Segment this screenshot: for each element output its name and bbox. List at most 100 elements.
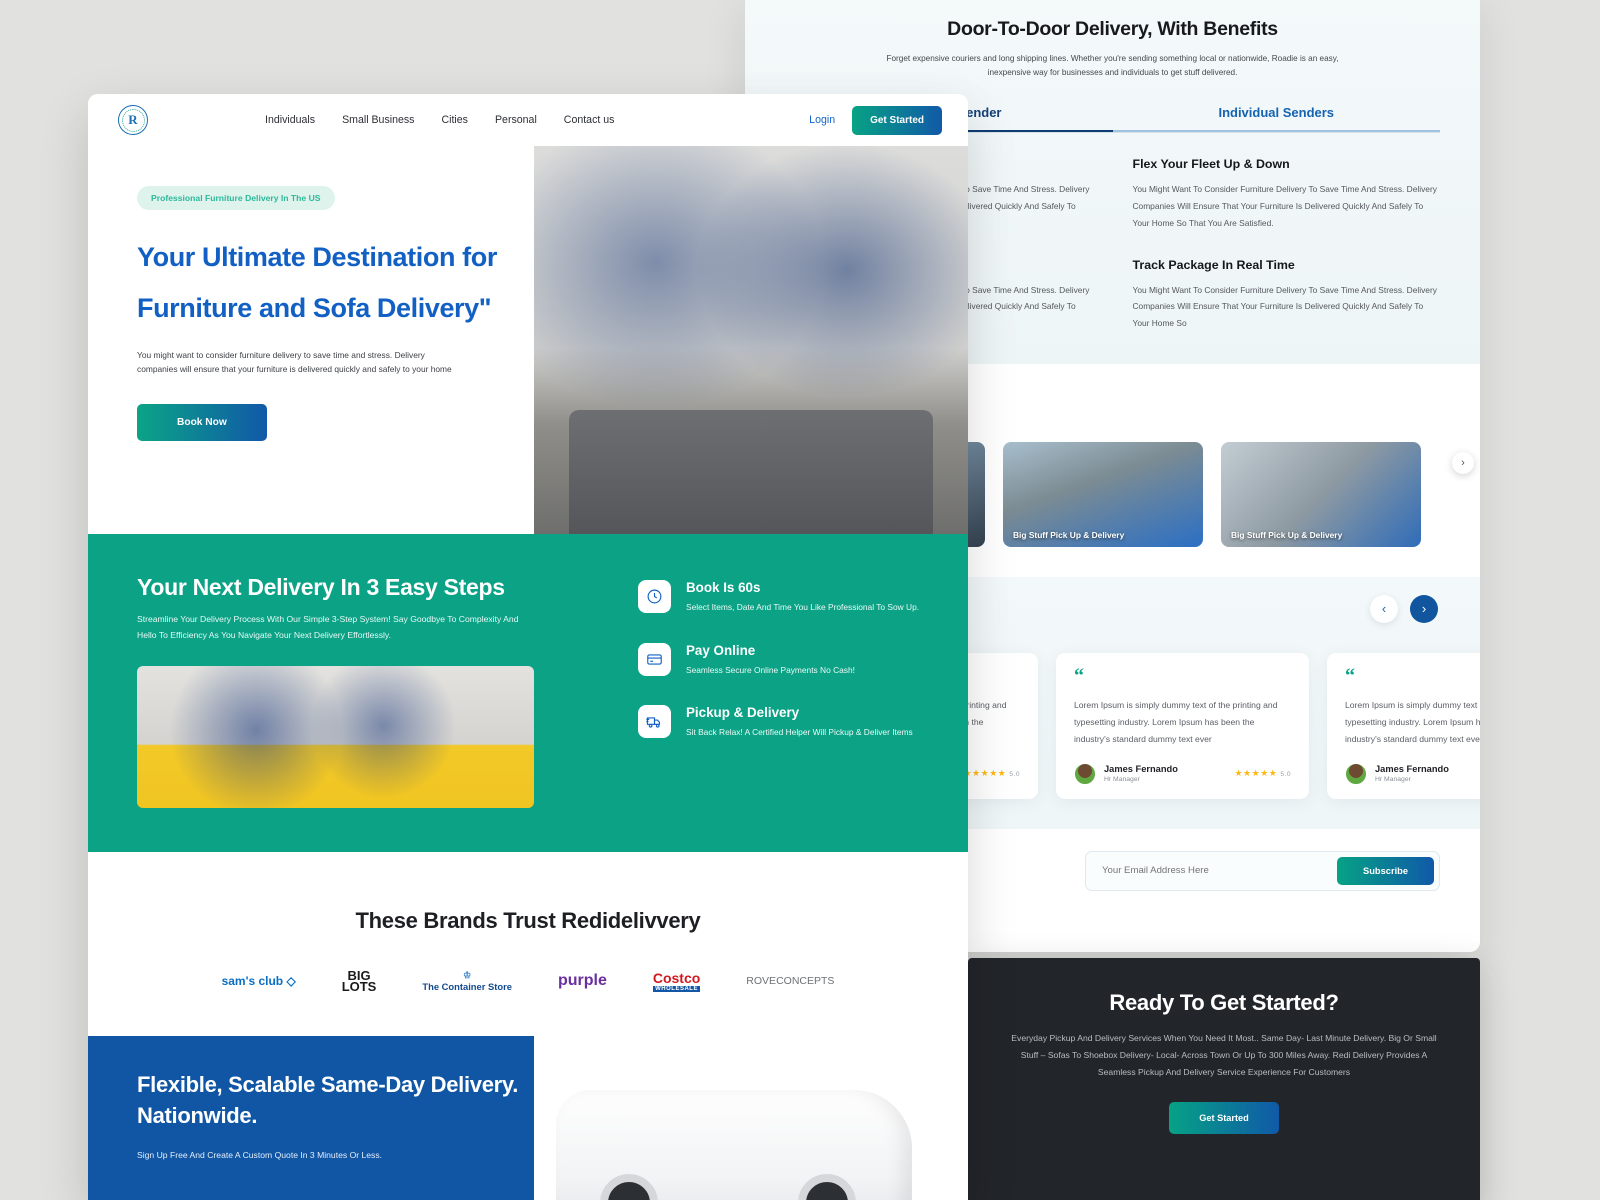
steps-intro: Your Next Delivery In 3 Easy Steps Strea… [137, 574, 584, 808]
brand-label: purple [557, 971, 607, 989]
tab-individual-senders[interactable]: Individual Senders [1112, 105, 1440, 133]
get-started-button[interactable]: Get Started [852, 105, 942, 135]
brand-label-secondary: WHOLESALE [652, 985, 701, 992]
nav-links: Individuals Small Business Cities Person… [265, 114, 614, 126]
testimonial-footer: James Fernando Hr Manager ★★★★★5.0 [1074, 762, 1291, 785]
benefits-column-right: Flex Your Fleet Up & Down You Might Want… [1133, 157, 1441, 332]
chevron-left-icon[interactable]: ‹ [1370, 594, 1398, 623]
email-input[interactable] [1102, 865, 1338, 876]
steps-heading: Your Next Delivery In 3 Easy Steps [137, 574, 505, 600]
quote-icon: “ [1345, 664, 1355, 687]
hero-heading: Your Ultimate Destination for Furniture … [137, 242, 497, 323]
site-navbar: R Individuals Small Business Cities Pers… [88, 94, 968, 146]
brand-logo-big-lots: BIG LOTS [342, 969, 377, 993]
send-card-caption: Big Stuff Pick Up & Delivery [1231, 529, 1343, 540]
step-item: Book Is 60s Select Items, Date And Time … [638, 580, 919, 615]
rating-stars: ★★★★★ 5.0 [1234, 768, 1291, 779]
nav-item-small-business[interactable]: Small Business [342, 114, 414, 126]
brand-label: sam's club [221, 973, 284, 988]
login-link[interactable]: Login [809, 114, 835, 126]
step-title: Book Is 60s [686, 580, 761, 595]
brands-section: These Brands Trust Redidelivvery sam's c… [88, 851, 968, 1037]
flexible-image [534, 1036, 968, 1200]
get-started-cta-section: Ready To Get Started? Everyday Pickup An… [968, 958, 1480, 1200]
testimonial-text: Lorem Ipsum is simply dummy text of the … [1345, 699, 1480, 745]
step-desc: Seamless Secure Online Payments No Cash! [686, 664, 855, 675]
step-desc: Select Items, Date And Time You Like Pro… [686, 602, 920, 612]
stars-glyphs: ★★★★★ [963, 768, 1007, 778]
testimonial-footer: James Fernando Hr Manager ★★★★★5.0 [1345, 762, 1480, 785]
brand-label: Costco [652, 969, 701, 986]
testimonial-name: James Fernando [1375, 764, 1449, 774]
nav-item-cities[interactable]: Cities [441, 114, 468, 126]
send-card[interactable]: Big Stuff Pick Up & Delivery [1221, 441, 1421, 547]
cta-paragraph: Everyday Pickup And Delivery Services Wh… [1011, 1033, 1437, 1078]
step-item: Pay Online Seamless Secure Online Paymen… [638, 642, 919, 678]
rating-score: 5.0 [1280, 771, 1291, 778]
hero-image [534, 146, 968, 534]
steps-image [137, 665, 534, 808]
delivery-truck-icon [638, 705, 671, 739]
rating-score: 5.0 [1009, 771, 1020, 778]
benefit-body: You Might Want To Consider Furniture Del… [1132, 284, 1437, 329]
hero-paragraph: You might want to consider furniture del… [137, 349, 452, 375]
brand-logo-costco: Costco WHOLESALE [652, 969, 701, 992]
flexible-content: Flexible, Scalable Same-Day Delivery. Na… [88, 1036, 534, 1200]
avatar [1074, 762, 1096, 785]
brand-logo-container-store: ♔ The Container Store [422, 970, 512, 992]
logo-letter: R [128, 112, 138, 127]
step-desc: Sit Back Relax! A Certified Helper Will … [686, 727, 913, 738]
credit-card-icon [638, 642, 671, 676]
testimonial-role: Hr Manager [1375, 776, 1411, 783]
brand-label: The Container Store [422, 980, 512, 992]
hero-section: Professional Furniture Delivery In The U… [88, 146, 968, 534]
step-title: Pay Online [686, 642, 756, 658]
quote-icon: “ [1074, 664, 1084, 687]
flexible-delivery-section: Flexible, Scalable Same-Day Delivery. Na… [88, 1036, 968, 1200]
testimonial-text: Lorem Ipsum is simply dummy text of the … [1074, 699, 1278, 745]
nav-item-personal[interactable]: Personal [495, 114, 537, 126]
rating-stars: ★★★★★ 5.0 [963, 768, 1020, 779]
benefit-body: You Might Want To Consider Furniture Del… [1132, 184, 1437, 228]
brands-heading: These Brands Trust Redidelivvery [355, 907, 701, 933]
testimonials-nav: ‹ › [1370, 594, 1438, 623]
nav-actions: Login Get Started [809, 105, 942, 135]
benefits-subtitle: Forget expensive couriers and long shipp… [886, 54, 1339, 77]
brand-label-secondary: CONCEPTS [776, 974, 835, 987]
brand-logo-icon[interactable]: R [118, 105, 148, 135]
primary-page-panel: R Individuals Small Business Cities Pers… [88, 94, 968, 1200]
crown-icon: ♔ [463, 969, 472, 980]
brand-logos: sam's club ◇ BIG LOTS ♔ The Container St… [88, 969, 968, 993]
mockup-canvas: Door-To-Door Delivery, With Benefits For… [0, 0, 1600, 1200]
brand-logo-purple: purple [558, 972, 607, 990]
send-card[interactable]: Big Stuff Pick Up & Delivery [1003, 441, 1203, 547]
hero-content: Professional Furniture Delivery In The U… [88, 146, 534, 534]
avatar [1345, 762, 1367, 785]
book-now-button[interactable]: Book Now [137, 403, 267, 441]
cta-title: Ready To Get Started? [1109, 990, 1339, 1015]
testimonial-card: “ Lorem Ipsum is simply dummy text of th… [1327, 652, 1480, 799]
easy-steps-section: Your Next Delivery In 3 Easy Steps Strea… [88, 534, 968, 852]
benefits-title: Door-To-Door Delivery, With Benefits [947, 18, 1278, 40]
clock-icon [638, 580, 671, 613]
send-card-caption: Big Stuff Pick Up & Delivery [1013, 529, 1125, 540]
brand-logo-rove-concepts: ROVECONCEPTS [746, 975, 834, 987]
nav-item-contact-us[interactable]: Contact us [564, 114, 615, 126]
subscribe-button[interactable]: Subscribe [1337, 856, 1434, 885]
testimonial-role: Hr Manager [1104, 776, 1140, 783]
step-item: Pickup & Delivery Sit Back Relax! A Cert… [638, 705, 919, 740]
nav-item-individuals[interactable]: Individuals [265, 114, 315, 126]
hero-badge: Professional Furniture Delivery In The U… [137, 186, 335, 210]
steps-list: Book Is 60s Select Items, Date And Time … [638, 574, 919, 808]
chevron-right-icon[interactable]: › [1452, 451, 1474, 474]
step-title: Pickup & Delivery [686, 705, 800, 721]
flexible-heading: Flexible, Scalable Same-Day Delivery. Na… [137, 1072, 519, 1128]
steps-paragraph: Streamline Your Delivery Process With Ou… [137, 614, 519, 640]
benefit-title: Track Package In Real Time [1132, 257, 1295, 272]
flexible-paragraph: Sign Up Free And Create A Custom Quote I… [137, 1149, 383, 1160]
brand-label: ROVE [746, 974, 777, 987]
chevron-right-icon[interactable]: › [1410, 594, 1438, 623]
newsletter-form: Subscribe [1085, 850, 1440, 891]
cta-get-started-button[interactable]: Get Started [1169, 1101, 1279, 1134]
testimonial-card: “ Lorem Ipsum is simply dummy text of th… [1056, 652, 1309, 799]
